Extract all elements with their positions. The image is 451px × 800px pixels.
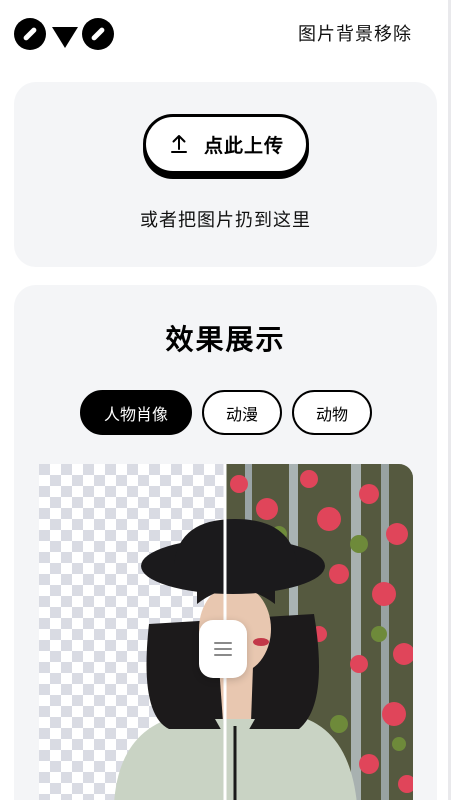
header: 图片背景移除 xyxy=(0,0,451,70)
tab-anime[interactable]: 动漫 xyxy=(202,390,282,435)
upload-icon xyxy=(168,133,190,155)
upload-button-label: 点此上传 xyxy=(203,134,284,157)
drop-hint: 或者把图片扔到这里 xyxy=(140,210,311,231)
category-tabs: 人物肖像 动漫 动物 xyxy=(80,390,372,436)
drag-handle-icon[interactable] xyxy=(199,620,247,678)
tab-animal[interactable]: 动物 xyxy=(292,390,372,435)
results-card: 效果展示 人物肖像 动漫 动物 xyxy=(14,285,437,800)
upload-button[interactable]: 点此上传 xyxy=(143,114,309,174)
section-title: 效果展示 xyxy=(165,323,286,356)
before-after-comparison[interactable] xyxy=(39,464,413,800)
nav-link-remove-background[interactable]: 图片背景移除 xyxy=(298,20,412,46)
tab-portrait[interactable]: 人物肖像 xyxy=(80,390,192,435)
upload-card: 点此上传 或者把图片扔到这里 xyxy=(14,82,437,267)
logo[interactable] xyxy=(14,17,116,51)
